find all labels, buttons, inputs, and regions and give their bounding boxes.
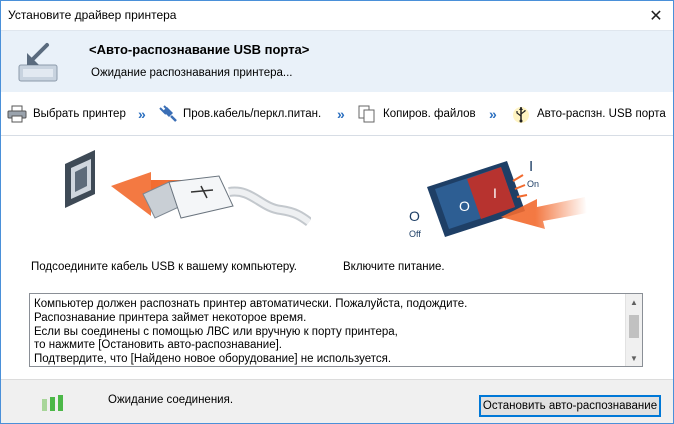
installer-window: Установите драйвер принтера ✕ <Авто-расп… bbox=[0, 0, 674, 424]
switch-off-symbol: O bbox=[459, 198, 470, 214]
scroll-up-icon[interactable]: ▲ bbox=[626, 294, 642, 310]
step-header: <Авто-распознавание USB порта> Ожидание … bbox=[1, 30, 673, 92]
download-arrow-icon bbox=[18, 43, 58, 82]
step-select-printer: Выбрать принтер bbox=[7, 105, 126, 123]
usb-icon bbox=[513, 107, 529, 123]
stop-autodetect-button[interactable]: Остановить авто-распознавание bbox=[479, 395, 661, 417]
on-label: On bbox=[527, 179, 539, 189]
step-check-cable: Пров.кабель/перкл.питан. bbox=[157, 105, 321, 123]
scroll-down-icon[interactable]: ▼ bbox=[626, 350, 642, 366]
caption-power-on: Включите питание. bbox=[343, 261, 445, 273]
plug-icon bbox=[159, 105, 177, 122]
step-copy-files: Копиров. файлов bbox=[357, 105, 476, 123]
on-symbol: I bbox=[529, 158, 533, 175]
printer-icon bbox=[7, 105, 27, 123]
status-footer: Ожидание соединения. Остановить авто-рас… bbox=[1, 379, 673, 423]
step-label: Копиров. файлов bbox=[383, 108, 476, 120]
scroll-thumb[interactable] bbox=[629, 315, 639, 338]
vertical-scrollbar[interactable]: ▲ ▼ bbox=[625, 294, 642, 366]
window-title: Установите драйвер принтера bbox=[8, 8, 177, 22]
page-subtitle: Ожидание распознавания принтера... bbox=[91, 67, 293, 79]
message-textarea[interactable]: Компьютер должен распознать принтер авто… bbox=[29, 293, 643, 367]
message-text: Компьютер должен распознать принтер авто… bbox=[34, 298, 467, 367]
page-title: <Авто-распознавание USB порта> bbox=[89, 42, 310, 57]
connection-status: Ожидание соединения. bbox=[108, 394, 234, 406]
switch-on-symbol: I bbox=[493, 185, 497, 201]
message-line: Распознавание принтера займет некоторое … bbox=[34, 311, 307, 324]
message-line: Компьютер должен распознать принтер авто… bbox=[34, 298, 468, 310]
message-line: то нажмите [Остановить авто-распознавани… bbox=[34, 339, 282, 352]
step-separator-icon: » bbox=[489, 106, 497, 122]
step-separator-icon: » bbox=[138, 106, 146, 122]
step-label: Пров.кабель/перкл.питан. bbox=[183, 108, 322, 120]
step-label: Выбрать принтер bbox=[33, 108, 126, 120]
off-label: Off bbox=[409, 229, 421, 239]
close-icon[interactable]: ✕ bbox=[639, 1, 673, 30]
power-switch-illustration: O I I On O Off bbox=[409, 158, 587, 239]
step-separator-icon: » bbox=[337, 106, 345, 122]
usb-cable-illustration bbox=[65, 150, 311, 227]
connection-bars-icon bbox=[42, 395, 63, 411]
off-symbol: O bbox=[409, 208, 420, 224]
step-usb-autodetect: Авто-распзн. USB порта bbox=[511, 105, 666, 123]
copy-files-icon bbox=[358, 105, 375, 123]
message-line: Подтвердите, что [Найдено новое оборудов… bbox=[34, 353, 392, 366]
caption-connect-usb: Подсоедините кабель USB к вашему компьют… bbox=[31, 261, 297, 273]
wizard-steps: Выбрать принтер » Пров.кабель/перкл.пита… bbox=[1, 92, 673, 136]
step-label: Авто-распзн. USB порта bbox=[537, 108, 666, 120]
title-bar: Установите драйвер принтера ✕ bbox=[1, 1, 673, 30]
message-line: Если вы соединены с помощью ЛВС или вруч… bbox=[34, 325, 398, 338]
